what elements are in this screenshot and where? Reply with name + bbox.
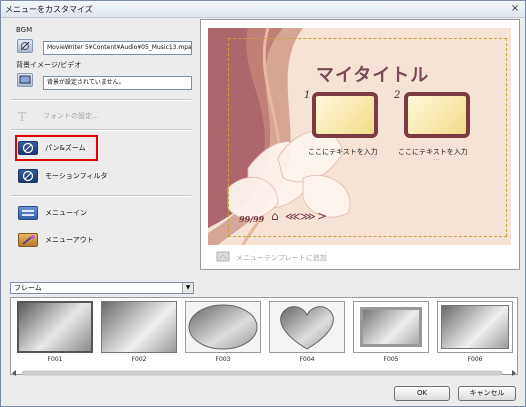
menu-out-label: メニューアウト xyxy=(45,236,94,244)
font-settings-label: フォントの設定... xyxy=(43,112,99,120)
ellipsis-text: ... xyxy=(433,154,440,162)
frame-inner xyxy=(441,305,509,349)
motion-filter-icon xyxy=(18,169,38,183)
frame-thumbnail-f004[interactable] xyxy=(269,301,345,353)
first-page-icon[interactable]: ⋘ xyxy=(285,210,301,223)
bgm-path-field[interactable]: MovieWriter 5¥Content¥Audio¥05_Music13.m… xyxy=(43,41,192,55)
close-icon[interactable]: × xyxy=(509,3,521,14)
scroll-right-icon[interactable] xyxy=(512,370,516,376)
separator xyxy=(11,195,191,197)
menu-in-label: メニューイン xyxy=(45,209,87,217)
menu-item-thumbnail-1[interactable] xyxy=(312,92,378,138)
menu-in-icon xyxy=(18,206,38,220)
motion-filter-button[interactable]: モーションフィルタ xyxy=(15,167,135,185)
title-bar: メニューをカスタマイズ × xyxy=(1,1,525,18)
chevron-down-icon[interactable]: ▼ xyxy=(182,283,193,293)
highlight-box xyxy=(15,135,98,161)
menu-item-thumbnail-2[interactable] xyxy=(404,92,470,138)
frame-label: F003 xyxy=(215,356,231,363)
frame-label: F002 xyxy=(131,356,147,363)
background-field[interactable]: 背景が設定されていません。 xyxy=(43,76,192,90)
bgm-label: BGM xyxy=(16,26,33,34)
heart-frame-shape xyxy=(280,306,334,350)
frame-thumbnail-f002[interactable] xyxy=(101,301,177,353)
frame-inner xyxy=(360,307,422,347)
last-page-icon[interactable]: ⋙ xyxy=(300,210,316,223)
separator xyxy=(11,99,191,101)
frame-thumbnail-f001[interactable] xyxy=(17,301,93,353)
item-number-1: 1 xyxy=(304,90,311,101)
cancel-button[interactable]: キャンセル xyxy=(458,386,516,401)
next-page-icon[interactable]: > xyxy=(317,209,327,223)
font-icon: T xyxy=(16,109,36,124)
window-title: メニューをカスタマイズ xyxy=(5,5,93,14)
background-image-icon[interactable] xyxy=(17,73,33,87)
customize-menu-dialog: メニューをカスタマイズ × BGM MovieWriter 5¥Content¥… xyxy=(0,0,526,407)
menu-out-button[interactable]: メニューアウト xyxy=(15,231,135,249)
scroll-thumb[interactable] xyxy=(21,370,503,376)
frame-thumbnail-f003[interactable] xyxy=(185,301,261,353)
frame-label: F005 xyxy=(383,356,399,363)
home-icon[interactable]: ⌂ xyxy=(271,209,279,223)
background-label: 背景イメージ/ビデオ xyxy=(16,61,82,69)
frame-label: F001 xyxy=(47,356,63,363)
separator xyxy=(11,129,191,131)
oval-frame-shape xyxy=(188,304,258,350)
menu-in-button[interactable]: メニューイン xyxy=(15,204,135,222)
ok-button[interactable]: OK xyxy=(394,386,450,401)
svg-text:T: T xyxy=(18,110,26,123)
motion-filter-label: モーションフィルタ xyxy=(45,172,108,180)
scroll-left-icon[interactable] xyxy=(12,370,16,376)
gallery-scrollbar[interactable] xyxy=(10,369,518,377)
frame-gallery: F001 F002 F003 F004 F005 F006 xyxy=(10,297,518,375)
frame-label: F006 xyxy=(467,356,483,363)
frame-thumbnail-f006[interactable] xyxy=(437,301,513,353)
frame-thumbnail-f005[interactable] xyxy=(353,301,429,353)
menu-title-text[interactable]: マイタイトル xyxy=(316,61,429,87)
frame-category-select[interactable]: フレーム ▼ xyxy=(10,282,194,294)
page-indicator: 99/99 xyxy=(239,214,265,224)
frame-category-value: フレーム xyxy=(14,284,42,292)
item-number-2: 2 xyxy=(394,90,401,101)
menu-item-label-1[interactable]: ここにテキストを入力 xyxy=(308,147,378,157)
add-to-template-label: メニューテンプレートに追加 xyxy=(236,254,327,262)
menu-out-icon xyxy=(18,233,38,247)
frame-label: F004 xyxy=(299,356,315,363)
template-icon xyxy=(216,251,230,262)
menu-preview-canvas[interactable]: マイタイトル 1 2 ここにテキストを入力 ここにテキストを入力 ... 99/… xyxy=(208,28,511,245)
music-icon[interactable] xyxy=(17,39,33,53)
font-settings-button[interactable]: T フォントの設定... xyxy=(13,107,133,125)
